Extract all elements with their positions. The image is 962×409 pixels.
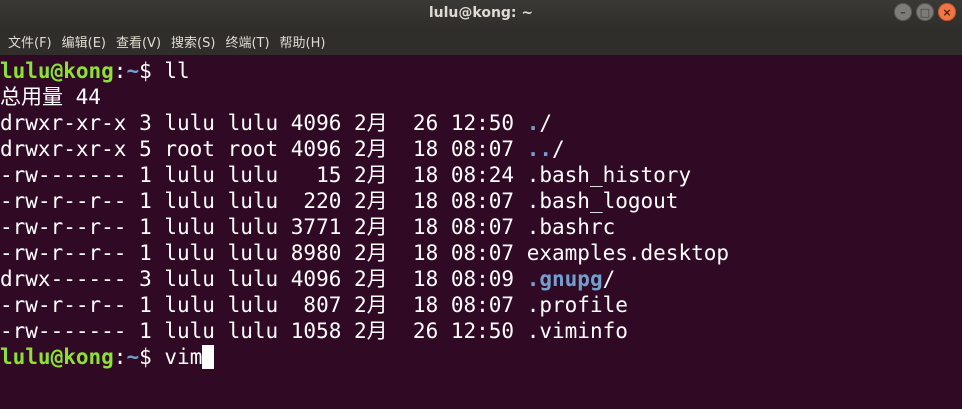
- menu-terminal[interactable]: 终端(T): [220, 32, 274, 51]
- file-meta: -rw------- 1 lulu lulu 1058 2月 26 12:50: [0, 319, 527, 343]
- file-meta: drwx------ 3 lulu lulu 4096 2月 18 08:09: [0, 267, 527, 291]
- minimize-icon[interactable]: –: [894, 3, 912, 21]
- file-meta: -rw-r--r-- 1 lulu lulu 220 2月 18 08:07: [0, 189, 527, 213]
- file-name: .viminfo: [526, 319, 628, 343]
- maximize-icon[interactable]: □: [916, 3, 934, 21]
- file-name: .: [526, 111, 540, 135]
- file-name: .bash_history: [526, 163, 692, 187]
- title-bar[interactable]: lulu@kong: ~ – □ ×: [0, 0, 962, 28]
- listing-row: -rw-r--r-- 1 lulu lulu 3771 2月 18 08:07 …: [0, 214, 962, 240]
- file-name: .bashrc: [526, 215, 616, 239]
- command-input[interactable]: vim: [164, 345, 202, 369]
- window-title: lulu@kong: ~: [428, 5, 534, 21]
- file-meta: drwxr-xr-x 3 lulu lulu 4096 2月 26 12:50: [0, 111, 527, 135]
- prompt-path: ~: [126, 59, 140, 83]
- terminal-window: lulu@kong: ~ – □ × 文件(F) 编辑(E) 查看(V) 搜索(…: [0, 0, 962, 409]
- menu-file[interactable]: 文件(F): [3, 32, 57, 51]
- file-meta: -rw-r--r-- 1 lulu lulu 3771 2月 18 08:07: [0, 215, 527, 239]
- listing-row: -rw-r--r-- 1 lulu lulu 807 2月 18 08:07 .…: [0, 292, 962, 318]
- file-suffix: /: [552, 137, 565, 161]
- file-name: .gnupg: [526, 267, 603, 291]
- listing-row: -rw------- 1 lulu lulu 15 2月 18 08:24 .b…: [0, 162, 962, 188]
- file-name: ..: [526, 137, 553, 161]
- close-icon[interactable]: ×: [938, 3, 956, 21]
- menu-help[interactable]: 帮助(H): [275, 32, 331, 51]
- menu-view[interactable]: 查看(V): [111, 32, 166, 51]
- file-name: .bash_logout: [526, 189, 679, 213]
- file-suffix: /: [539, 111, 553, 135]
- menu-edit[interactable]: 编辑(E): [57, 32, 111, 51]
- file-meta: -rw-r--r-- 1 lulu lulu 807 2月 18 08:07: [0, 293, 527, 317]
- listing-row: -rw-r--r-- 1 lulu lulu 220 2月 18 08:07 .…: [0, 188, 962, 214]
- prompt-line: lulu@kong:~$ vim: [0, 344, 962, 370]
- menu-search[interactable]: 搜索(S): [166, 32, 220, 51]
- command-text: ll: [164, 59, 190, 83]
- listing-row: drwxr-xr-x 5 root root 4096 2月 18 08:07 …: [0, 136, 962, 162]
- prompt-user: lulu@kong: [0, 345, 114, 369]
- file-meta: drwxr-xr-x 5 root root 4096 2月 18 08:07: [0, 137, 527, 161]
- terminal-output[interactable]: lulu@kong:~$ ll 总用量 44 drwxr-xr-x 3 lulu…: [0, 55, 962, 409]
- prompt-path: ~: [126, 345, 140, 369]
- file-name: .profile: [526, 293, 628, 317]
- window-controls: – □ ×: [894, 3, 956, 21]
- prompt-symbol: $: [139, 59, 165, 83]
- file-suffix: /: [602, 267, 616, 291]
- file-listing: drwxr-xr-x 3 lulu lulu 4096 2月 26 12:50 …: [0, 110, 962, 344]
- listing-row: -rw-r--r-- 1 lulu lulu 8980 2月 18 08:07 …: [0, 240, 962, 266]
- listing-row: -rw------- 1 lulu lulu 1058 2月 26 12:50 …: [0, 318, 962, 344]
- file-name: examples.desktop: [526, 241, 730, 265]
- prompt-symbol: $: [139, 345, 165, 369]
- menu-bar: 文件(F) 编辑(E) 查看(V) 搜索(S) 终端(T) 帮助(H): [0, 28, 962, 55]
- listing-row: drwxr-xr-x 3 lulu lulu 4096 2月 26 12:50 …: [0, 110, 962, 136]
- file-meta: -rw-r--r-- 1 lulu lulu 8980 2月 18 08:07: [0, 241, 527, 265]
- prompt-separator: :: [113, 59, 127, 83]
- listing-row: drwx------ 3 lulu lulu 4096 2月 18 08:09 …: [0, 266, 962, 292]
- file-meta: -rw------- 1 lulu lulu 15 2月 18 08:24: [0, 163, 527, 187]
- total-line: 总用量 44: [0, 85, 101, 109]
- prompt-line: lulu@kong:~$ ll: [0, 58, 962, 84]
- prompt-user: lulu@kong: [0, 59, 114, 83]
- text-cursor: [202, 345, 215, 369]
- prompt-separator: :: [113, 345, 127, 369]
